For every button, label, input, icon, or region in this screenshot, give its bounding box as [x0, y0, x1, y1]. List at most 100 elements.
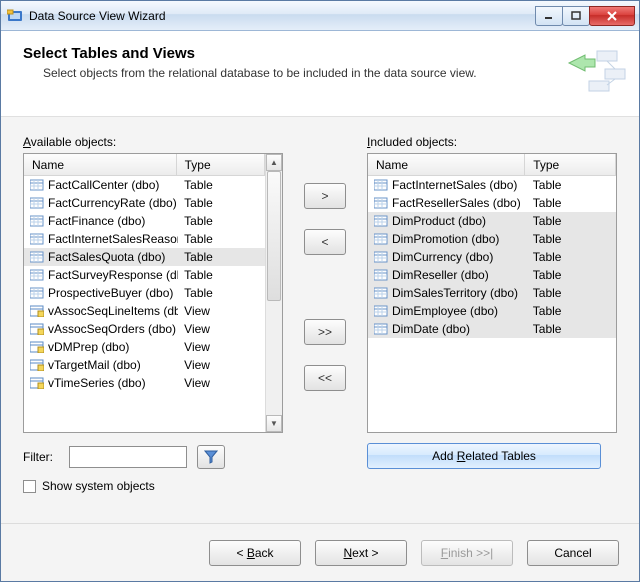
- scroll-down-icon[interactable]: ▼: [266, 415, 282, 432]
- table-row[interactable]: DimProduct (dbo)Table: [368, 212, 616, 230]
- row-type: View: [178, 322, 265, 336]
- table-row[interactable]: FactCurrencyRate (dbo)Table: [24, 194, 265, 212]
- included-columns[interactable]: Name Type: [368, 154, 616, 176]
- close-button[interactable]: [589, 6, 635, 26]
- cancel-button[interactable]: Cancel: [527, 540, 619, 566]
- table-row[interactable]: ProspectiveBuyer (dbo)Table: [24, 284, 265, 302]
- finish-button: Finish >>|: [421, 540, 513, 566]
- row-type: Table: [527, 250, 616, 264]
- row-type: Table: [527, 196, 616, 210]
- maximize-button[interactable]: [562, 6, 590, 26]
- table-icon: [30, 233, 44, 245]
- back-button[interactable]: < Back: [209, 540, 301, 566]
- row-name: FactCallCenter (dbo): [24, 178, 178, 192]
- row-type: Table: [178, 232, 265, 246]
- available-rows[interactable]: FactCallCenter (dbo)TableFactCurrencyRat…: [24, 176, 265, 432]
- minimize-button[interactable]: [535, 6, 563, 26]
- table-row[interactable]: DimPromotion (dbo)Table: [368, 230, 616, 248]
- row-name: DimCurrency (dbo): [368, 250, 527, 264]
- row-type: Table: [527, 232, 616, 246]
- row-type: View: [178, 358, 265, 372]
- table-row[interactable]: FactInternetSalesReason (...Table: [24, 230, 265, 248]
- row-name: DimPromotion (dbo): [368, 232, 527, 246]
- view-icon: [30, 359, 44, 371]
- filter-input[interactable]: [69, 446, 187, 468]
- table-icon: [374, 197, 388, 209]
- table-icon: [30, 179, 44, 191]
- add-all-button[interactable]: >>: [304, 319, 346, 345]
- table-row[interactable]: FactInternetSales (dbo)Table: [368, 176, 616, 194]
- show-system-checkbox[interactable]: [23, 480, 36, 493]
- wizard-body: Available objects: Name Type FactCallCen…: [1, 117, 639, 523]
- table-icon: [30, 251, 44, 263]
- available-columns[interactable]: Name Type: [24, 154, 265, 176]
- table-row[interactable]: vTargetMail (dbo)View: [24, 356, 265, 374]
- included-rows[interactable]: FactInternetSales (dbo)TableFactReseller…: [368, 176, 616, 432]
- available-listbox[interactable]: Name Type FactCallCenter (dbo)TableFactC…: [23, 153, 283, 433]
- view-icon: [30, 377, 44, 389]
- table-icon: [374, 269, 388, 281]
- table-icon: [374, 233, 388, 245]
- row-type: View: [178, 340, 265, 354]
- row-type: Table: [178, 214, 265, 228]
- wizard-header: Select Tables and Views Select objects f…: [1, 31, 639, 117]
- row-name: DimReseller (dbo): [368, 268, 527, 282]
- row-type: Table: [178, 178, 265, 192]
- col-type[interactable]: Type: [525, 154, 616, 175]
- table-row[interactable]: DimEmployee (dbo)Table: [368, 302, 616, 320]
- scroll-thumb[interactable]: [267, 171, 281, 301]
- included-listbox[interactable]: Name Type FactInternetSales (dbo)TableFa…: [367, 153, 617, 433]
- row-name: DimEmployee (dbo): [368, 304, 527, 318]
- row-type: View: [178, 376, 265, 390]
- table-row[interactable]: vDMPrep (dbo)View: [24, 338, 265, 356]
- view-icon: [30, 305, 44, 317]
- titlebar[interactable]: Data Source View Wizard: [1, 1, 639, 31]
- row-name: DimDate (dbo): [368, 322, 527, 336]
- row-name: FactInternetSales (dbo): [368, 178, 527, 192]
- table-row[interactable]: FactSurveyResponse (dbo)Table: [24, 266, 265, 284]
- row-name: FactFinance (dbo): [24, 214, 178, 228]
- wizard-footer: < Back Next > Finish >>| Cancel: [1, 523, 639, 581]
- row-name: FactSurveyResponse (dbo): [24, 268, 178, 282]
- row-type: Table: [527, 178, 616, 192]
- included-label: Included objects:: [367, 135, 617, 149]
- table-icon: [374, 251, 388, 263]
- table-row[interactable]: FactSalesQuota (dbo)Table: [24, 248, 265, 266]
- row-name: ProspectiveBuyer (dbo): [24, 286, 178, 300]
- table-row[interactable]: vTimeSeries (dbo)View: [24, 374, 265, 392]
- table-row[interactable]: FactCallCenter (dbo)Table: [24, 176, 265, 194]
- add-related-button[interactable]: Add Related Tables: [367, 443, 601, 469]
- table-row[interactable]: FactFinance (dbo)Table: [24, 212, 265, 230]
- table-row[interactable]: vAssocSeqOrders (dbo)View: [24, 320, 265, 338]
- row-name: FactResellerSales (dbo): [368, 196, 527, 210]
- row-name: vTimeSeries (dbo): [24, 376, 178, 390]
- row-name: FactSalesQuota (dbo): [24, 250, 178, 264]
- next-button[interactable]: Next >: [315, 540, 407, 566]
- app-icon: [7, 8, 23, 24]
- row-type: Table: [527, 304, 616, 318]
- scroll-up-icon[interactable]: ▲: [266, 154, 282, 171]
- table-row[interactable]: DimReseller (dbo)Table: [368, 266, 616, 284]
- filter-label: Filter:: [23, 450, 59, 464]
- scrollbar[interactable]: ▲ ▼: [265, 154, 282, 432]
- table-row[interactable]: DimCurrency (dbo)Table: [368, 248, 616, 266]
- add-button[interactable]: >: [304, 183, 346, 209]
- funnel-icon: [204, 450, 218, 464]
- row-name: FactCurrencyRate (dbo): [24, 196, 178, 210]
- table-row[interactable]: FactResellerSales (dbo)Table: [368, 194, 616, 212]
- view-icon: [30, 323, 44, 335]
- row-type: View: [178, 304, 265, 318]
- scroll-track[interactable]: [266, 171, 282, 415]
- table-row[interactable]: DimSalesTerritory (dbo)Table: [368, 284, 616, 302]
- table-row[interactable]: DimDate (dbo)Table: [368, 320, 616, 338]
- table-icon: [374, 287, 388, 299]
- col-name[interactable]: Name: [24, 154, 177, 175]
- col-type[interactable]: Type: [177, 154, 265, 175]
- row-type: Table: [178, 250, 265, 264]
- col-name[interactable]: Name: [368, 154, 525, 175]
- filter-button[interactable]: [197, 445, 225, 469]
- remove-all-button[interactable]: <<: [304, 365, 346, 391]
- remove-button[interactable]: <: [304, 229, 346, 255]
- row-name: vAssocSeqLineItems (dbo): [24, 304, 178, 318]
- table-row[interactable]: vAssocSeqLineItems (dbo)View: [24, 302, 265, 320]
